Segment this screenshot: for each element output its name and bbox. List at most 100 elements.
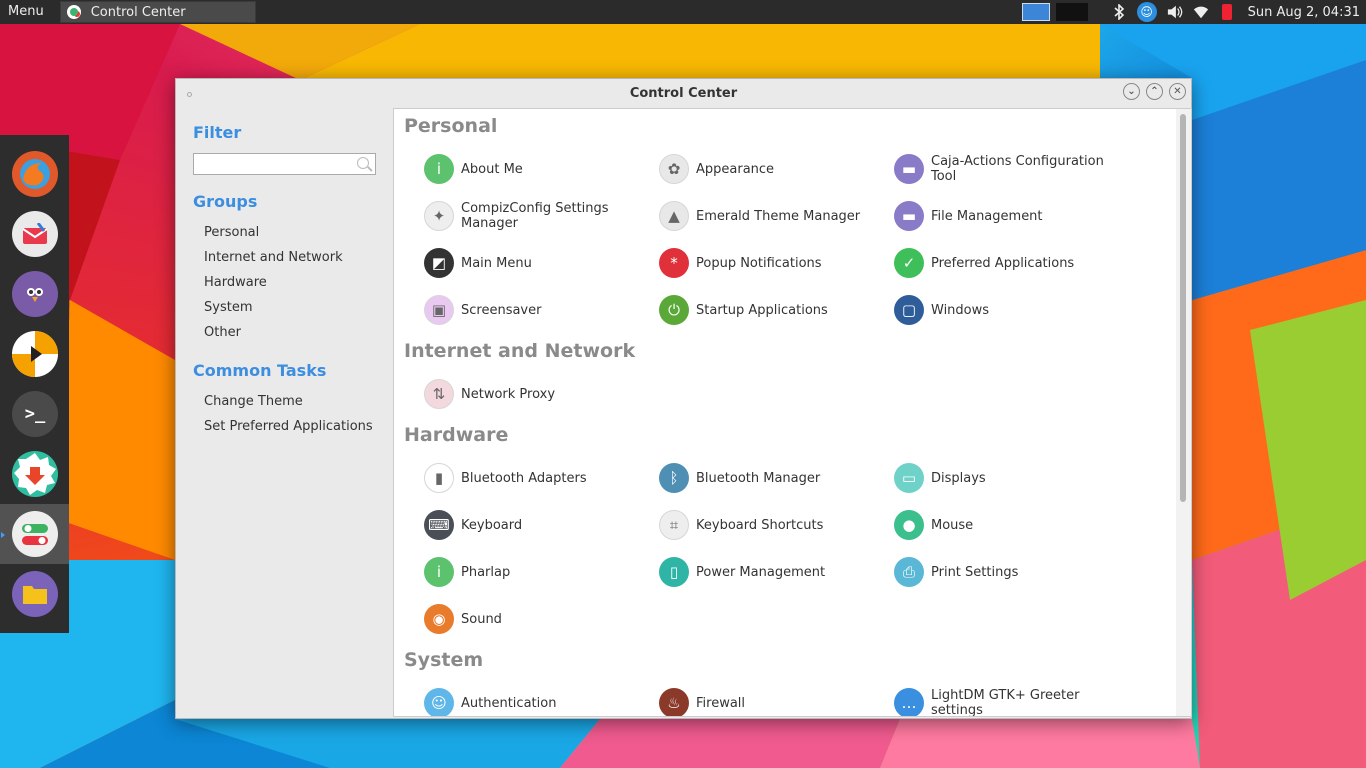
group-internet-and-network[interactable]: Internet and Network <box>204 250 343 265</box>
filter-heading: Filter <box>193 123 242 142</box>
applet-bluetooth-manager[interactable]: ᛒ Bluetooth Manager <box>659 460 889 496</box>
search-icon <box>357 157 369 169</box>
applet-label: About Me <box>461 161 523 177</box>
applet-displays[interactable]: ▭ Displays <box>894 460 1124 496</box>
applet-label: Preferred Applications <box>931 255 1075 271</box>
battery-icon[interactable] <box>1219 4 1235 20</box>
applet-bluetooth-adapters[interactable]: ▮ Bluetooth Adapters <box>424 460 654 496</box>
applet-label: Mouse <box>931 517 974 533</box>
files-icon[interactable] <box>12 571 58 617</box>
group-system[interactable]: System <box>204 300 252 315</box>
applet-mouse[interactable]: ● Mouse <box>894 507 1124 543</box>
applet-about-me[interactable]: i About Me <box>424 151 654 187</box>
group-personal[interactable]: Personal <box>204 225 259 240</box>
control-center-window: Control Center ⌄ ⌃ ✕ Filter Groups Perso… <box>175 78 1192 719</box>
applet-keyboard[interactable]: ⌨ Keyboard <box>424 507 654 543</box>
applet-firewall[interactable]: ♨ Firewall <box>659 685 889 716</box>
section-heading-personal: Personal <box>404 115 498 137</box>
taskbar-item-control-center[interactable]: Control Center <box>59 1 256 23</box>
applet-pharlap[interactable]: i Pharlap <box>424 554 654 590</box>
task-change-theme[interactable]: Change Theme <box>204 394 303 409</box>
applet-popup-notifications[interactable]: * Popup Notifications <box>659 245 889 281</box>
applet-label: Keyboard <box>461 517 523 533</box>
applet-label: LightDM GTK+ Greeter settings <box>931 688 1080 717</box>
applet-label: Startup Applications <box>696 302 828 318</box>
filter-field[interactable] <box>193 153 376 175</box>
top-panel: Menu Control Center ☺ Sun Aug 2, 04:31 <box>0 0 1366 24</box>
applet-label: Authentication <box>461 695 557 711</box>
applet-caja-actions-configuration-tool[interactable]: ▬ Caja-Actions Configuration Tool <box>894 151 1124 187</box>
window-menu-dot[interactable] <box>187 92 192 97</box>
applet-lightdm-gtk-greeter-settings[interactable]: … LightDM GTK+ Greeter settings <box>894 685 1124 717</box>
screensaver-icon: ▣ <box>424 295 454 325</box>
pidgin-icon[interactable] <box>12 271 58 317</box>
minimize-button[interactable]: ⌄ <box>1123 83 1140 100</box>
window-titlebar[interactable]: Control Center ⌄ ⌃ ✕ <box>176 79 1191 107</box>
applet-screensaver[interactable]: ▣ Screensaver <box>424 292 654 328</box>
vertical-scrollbar[interactable] <box>1176 109 1191 716</box>
applet-power-management[interactable]: ▯ Power Management <box>659 554 889 590</box>
mouse-icon: ● <box>894 510 924 540</box>
clock[interactable]: Sun Aug 2, 04:31 <box>1248 5 1360 20</box>
applet-startup-applications[interactable]: ⏻ Startup Applications <box>659 292 889 328</box>
applet-sound[interactable]: ◉ Sound <box>424 601 654 637</box>
applet-compizconfig-settings-manager[interactable]: ✦ CompizConfig Settings Manager <box>424 198 654 234</box>
software-center-icon[interactable] <box>12 451 58 497</box>
palette-icon: ✿ <box>659 154 689 184</box>
groups-heading: Groups <box>193 192 258 211</box>
common-tasks-heading: Common Tasks <box>193 361 327 380</box>
filter-input[interactable] <box>198 155 352 175</box>
notification-icon: * <box>659 248 689 278</box>
usb-bluetooth-icon: ▮ <box>424 463 454 493</box>
applet-authentication[interactable]: ☺ Authentication <box>424 685 654 716</box>
applet-network-proxy[interactable]: ⇅ Network Proxy <box>424 376 654 412</box>
applet-label: Emerald Theme Manager <box>696 208 861 224</box>
control-center-dock-icon[interactable] <box>12 511 58 557</box>
applet-emerald-theme-manager[interactable]: ▲ Emerald Theme Manager <box>659 198 889 234</box>
applet-label: Displays <box>931 470 986 486</box>
applet-appearance[interactable]: ✿ Appearance <box>659 151 889 187</box>
wand-icon: ✦ <box>424 201 454 231</box>
applet-print-settings[interactable]: ⎙ Print Settings <box>894 554 1124 590</box>
applet-label: Screensaver <box>461 302 542 318</box>
dock-running-indicator <box>1 532 5 538</box>
applet-label: Firewall <box>696 695 746 711</box>
media-player-icon[interactable] <box>12 331 58 377</box>
task-set-preferred-applications[interactable]: Set Preferred Applications <box>204 419 373 434</box>
speaker-icon: ◉ <box>424 604 454 634</box>
applet-label: Appearance <box>696 161 775 177</box>
terminal-icon[interactable]: >_ <box>12 391 58 437</box>
taskbar-item-label: Control Center <box>90 4 186 20</box>
firefox-icon[interactable] <box>12 151 58 197</box>
applet-label: Print Settings <box>931 564 1019 580</box>
applet-label: Main Menu <box>461 255 532 271</box>
close-button[interactable]: ✕ <box>1169 83 1186 100</box>
volume-icon[interactable] <box>1167 4 1183 20</box>
section-heading-hardware: Hardware <box>404 424 509 446</box>
applet-label: Keyboard Shortcuts <box>696 517 824 533</box>
accessibility-icon[interactable]: ☺ <box>1136 2 1157 22</box>
bluetooth-icon[interactable] <box>1111 4 1127 20</box>
display-icon: ▭ <box>894 463 924 493</box>
applet-main-menu[interactable]: ◩ Main Menu <box>424 245 654 281</box>
check-icon: ✓ <box>894 248 924 278</box>
applet-keyboard-shortcuts[interactable]: ⌗ Keyboard Shortcuts <box>659 507 889 543</box>
printer-icon: ⎙ <box>894 557 924 587</box>
workspace-1[interactable] <box>1021 3 1050 21</box>
mail-icon[interactable] <box>12 211 58 257</box>
main-menu-button[interactable]: Menu <box>0 0 52 24</box>
system-tray: ☺ Sun Aug 2, 04:31 <box>1021 0 1366 24</box>
applet-windows[interactable]: ▢ Windows <box>894 292 1124 328</box>
applet-file-management[interactable]: ▬ File Management <box>894 198 1124 234</box>
applet-label: Bluetooth Adapters <box>461 470 587 486</box>
applet-preferred-applications[interactable]: ✓ Preferred Applications <box>894 245 1124 281</box>
scrollbar-thumb[interactable] <box>1180 114 1186 502</box>
wifi-icon[interactable] <box>1193 4 1209 20</box>
group-hardware[interactable]: Hardware <box>204 275 267 290</box>
group-other[interactable]: Other <box>204 325 241 340</box>
applet-label: Bluetooth Manager <box>696 470 821 486</box>
info-icon: i <box>424 557 454 587</box>
workspace-2[interactable] <box>1055 3 1088 21</box>
keyboard-icon: ⌨ <box>424 510 454 540</box>
maximize-button[interactable]: ⌃ <box>1146 83 1163 100</box>
